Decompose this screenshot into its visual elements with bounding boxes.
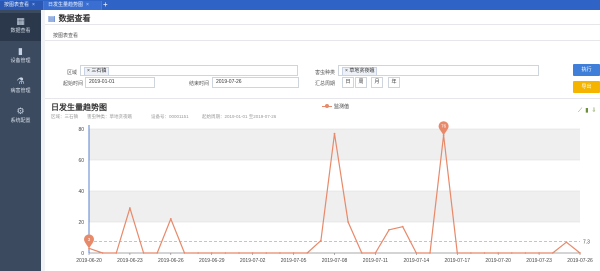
average-line-label: 7.3 — [583, 240, 590, 246]
data-point — [524, 252, 527, 254]
data-point — [197, 252, 200, 254]
x-tick-label: 2019-07-11 — [363, 258, 388, 264]
data-point — [238, 252, 240, 254]
data-point — [429, 252, 431, 254]
data-point — [251, 252, 254, 254]
y-tick-label: 40 — [78, 189, 84, 195]
data-point — [388, 228, 390, 231]
max-marker-label: 76 — [441, 124, 447, 129]
data-point — [551, 252, 554, 254]
data-point — [579, 252, 581, 254]
x-tick-label: 2019-06-20 — [76, 258, 102, 264]
y-tick-label: 80 — [78, 127, 84, 133]
x-tick-label: 2019-07-08 — [322, 258, 348, 264]
data-point — [497, 252, 500, 254]
data-point — [456, 252, 459, 254]
x-tick-label: 2019-07-14 — [404, 258, 430, 264]
data-point — [169, 218, 172, 220]
data-point — [115, 252, 118, 254]
data-point — [265, 252, 268, 254]
data-point — [319, 239, 322, 242]
x-tick-label: 2019-07-23 — [526, 258, 552, 264]
y-tick-label: 20 — [78, 220, 84, 226]
data-point — [538, 252, 540, 254]
data-point — [333, 132, 336, 135]
x-tick-label: 2019-07-02 — [240, 258, 266, 264]
data-point — [101, 252, 104, 254]
data-point — [374, 252, 377, 254]
data-point — [279, 252, 281, 254]
data-point — [183, 252, 186, 254]
x-tick-label: 2019-06-29 — [199, 258, 225, 264]
data-point — [129, 207, 131, 209]
data-point — [292, 252, 295, 254]
data-point — [224, 252, 227, 254]
x-tick-label: 2019-06-23 — [117, 258, 143, 264]
data-point — [469, 252, 472, 254]
data-point — [142, 252, 145, 254]
data-point — [347, 221, 350, 223]
y-tick-label: 60 — [78, 158, 84, 164]
y-tick-label: 0 — [81, 251, 84, 257]
grid-band — [89, 191, 580, 222]
x-tick-label: 2019-07-05 — [281, 258, 307, 264]
data-point — [401, 225, 404, 228]
data-point — [483, 252, 486, 254]
data-point — [565, 241, 568, 244]
trend-chart: 0 20 40 60 80 2019-06-20 2019-06-23 2019-06-26 2… — [76, 121, 593, 264]
data-point — [156, 252, 159, 254]
x-tick-label: 2019-07-26 — [567, 258, 593, 264]
data-point — [360, 252, 363, 254]
data-point — [415, 252, 418, 254]
data-point — [306, 252, 309, 254]
x-tick-label: 2019-07-20 — [485, 258, 511, 264]
data-point — [210, 252, 213, 254]
data-point — [510, 252, 513, 254]
x-tick-label: 2019-07-17 — [444, 258, 470, 264]
x-tick-label: 2019-06-26 — [158, 258, 184, 264]
